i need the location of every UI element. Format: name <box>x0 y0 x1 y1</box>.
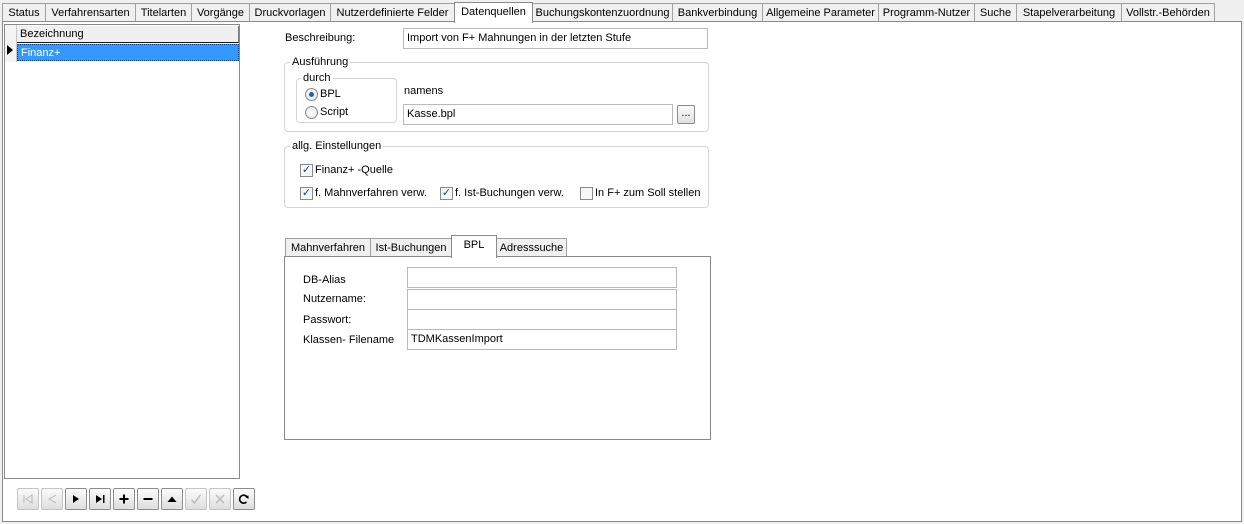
tab-ist-buchungen[interactable]: Ist-Buchungen <box>370 238 452 257</box>
nav-first-button[interactable] <box>17 488 39 510</box>
tab-datenquellen[interactable]: Datenquellen <box>454 2 533 23</box>
passwort-field[interactable] <box>407 309 677 330</box>
radio-bpl[interactable] <box>305 88 318 101</box>
beschreibung-field[interactable]: Import von F+ Mahnungen in der letzten S… <box>403 28 708 49</box>
current-row-arrow-icon <box>7 45 13 55</box>
nav-delete-button[interactable] <box>137 488 159 510</box>
cancel-x-icon <box>215 494 225 504</box>
tab-stapelverarbeitung[interactable]: Stapelverarbeitung <box>1016 3 1122 22</box>
namens-field[interactable]: Kasse.bpl <box>403 104 673 125</box>
tab-adresssuche[interactable]: Adresssuche <box>496 238 567 257</box>
klassen-filename-field[interactable]: TDMKassenImport <box>407 329 677 350</box>
datenquellen-grid[interactable]: Bezeichnung Finanz+ <box>4 24 240 479</box>
first-record-icon <box>23 494 33 504</box>
tab-druckvorlagen[interactable]: Druckvorlagen <box>249 3 331 22</box>
klassen-filename-label: Klassen- Filename <box>303 334 395 346</box>
browse-button[interactable]: ... <box>677 105 695 124</box>
beschreibung-label: Beschreibung: <box>285 32 356 44</box>
tab-titelarten[interactable]: Titelarten <box>135 3 192 22</box>
edit-triangle-icon <box>167 496 177 502</box>
tab-bpl[interactable]: BPL <box>451 235 497 258</box>
db-alias-label: DB-Alias <box>303 274 346 286</box>
passwort-label: Passwort: <box>303 314 352 326</box>
radio-bpl-label: BPL <box>320 88 341 100</box>
table-row[interactable]: Finanz+ <box>17 44 239 61</box>
tab-nutzerdefinierte-felder[interactable]: Nutzerdefinierte Felder <box>330 3 455 22</box>
prior-record-icon <box>47 494 57 504</box>
plus-icon <box>119 494 129 504</box>
nav-last-button[interactable] <box>89 488 111 510</box>
nav-edit-button[interactable] <box>161 488 183 510</box>
nav-post-button[interactable] <box>185 488 207 510</box>
tab-bankverbindung[interactable]: Bankverbindung <box>672 3 763 22</box>
tab-vollstr-behoerden[interactable]: Vollstr.-Behörden <box>1121 3 1215 22</box>
row-indicator-column <box>5 25 17 62</box>
istbuchungen-checkbox[interactable]: ✓ <box>440 187 453 200</box>
soll-label: In F+ zum Soll stellen <box>595 187 701 199</box>
durch-title: durch <box>301 71 333 85</box>
allg-einstellungen-title: allg. Einstellungen <box>290 139 384 153</box>
tab-mahnverfahren[interactable]: Mahnverfahren <box>285 238 371 257</box>
namens-label: namens <box>404 85 444 97</box>
nav-refresh-button[interactable] <box>233 488 255 510</box>
db-alias-field[interactable] <box>407 267 677 288</box>
nav-prior-button[interactable] <box>41 488 63 510</box>
nutzername-field[interactable] <box>407 289 677 310</box>
istbuchungen-label: f. Ist-Buchungen verw. <box>455 187 564 199</box>
mahnverfahren-checkbox[interactable]: ✓ <box>300 187 313 200</box>
tab-programm-nutzer[interactable]: Programm-Nutzer <box>878 3 975 22</box>
checkmark-icon <box>191 494 202 504</box>
next-record-icon <box>73 495 79 503</box>
last-record-icon <box>96 495 105 503</box>
refresh-icon <box>238 494 249 504</box>
column-header-bezeichnung[interactable]: Bezeichnung <box>17 26 239 43</box>
tab-allgemeine-parameter[interactable]: Allgemeine Parameter <box>762 3 879 22</box>
tab-suche[interactable]: Suche <box>974 3 1017 22</box>
nav-insert-button[interactable] <box>113 488 135 510</box>
nav-cancel-button[interactable] <box>209 488 231 510</box>
main-tab-bar: Status Verfahrensarten Titelarten Vorgän… <box>2 2 1242 23</box>
radio-script-label: Script <box>320 106 349 118</box>
tab-vorgaenge[interactable]: Vorgänge <box>191 3 250 22</box>
nutzername-label: Nutzername: <box>303 293 366 305</box>
tab-buchungskontenzuordnung[interactable]: Buchungskontenzuordnung <box>532 3 673 22</box>
mahnverfahren-label: f. Mahnverfahren verw. <box>315 187 427 199</box>
finanz-quelle-checkbox[interactable]: ✓ <box>300 164 313 177</box>
finanz-quelle-label: Finanz+ -Quelle <box>315 164 393 176</box>
minus-icon <box>143 498 153 500</box>
ausfuehrung-title: Ausführung <box>290 55 351 69</box>
soll-checkbox[interactable] <box>580 187 593 200</box>
tab-status[interactable]: Status <box>2 3 46 22</box>
nav-next-button[interactable] <box>65 488 87 510</box>
radio-script[interactable] <box>305 106 318 119</box>
tab-verfahrensarten[interactable]: Verfahrensarten <box>45 3 136 22</box>
